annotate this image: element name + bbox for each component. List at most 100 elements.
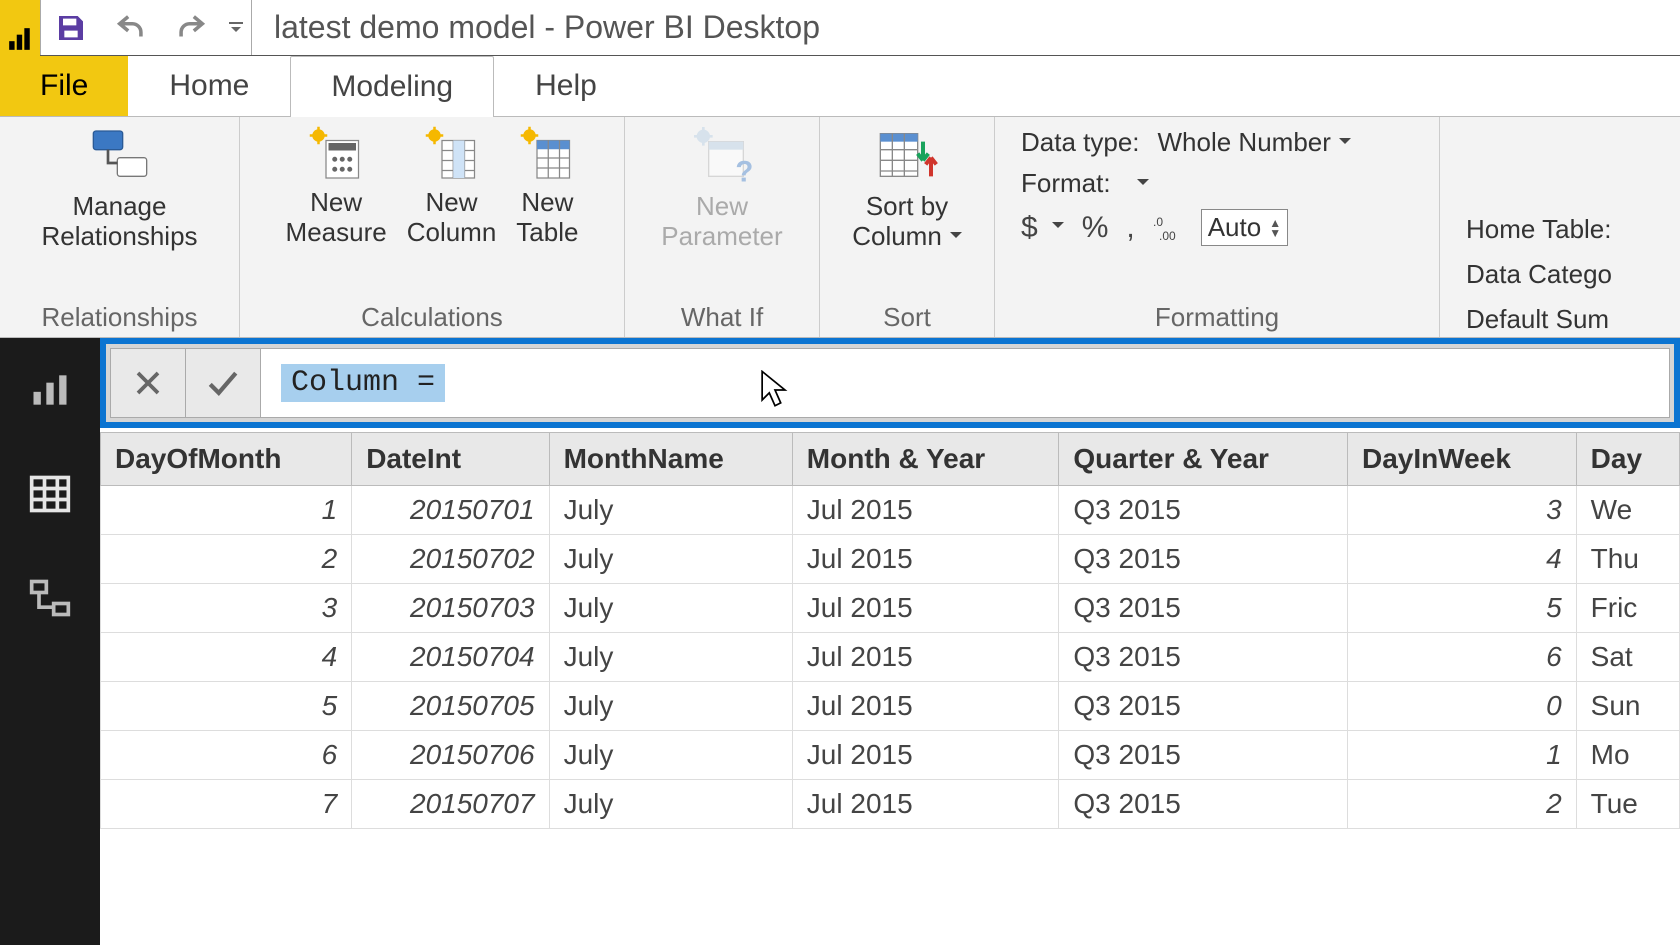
- cell[interactable]: July: [549, 682, 792, 731]
- cell[interactable]: Mo: [1576, 731, 1679, 780]
- cell[interactable]: 5: [1348, 584, 1577, 633]
- cell[interactable]: 2: [101, 535, 352, 584]
- cell[interactable]: Q3 2015: [1059, 633, 1348, 682]
- formula-input[interactable]: Column =: [261, 348, 1670, 418]
- column-header[interactable]: MonthName: [549, 433, 792, 486]
- cell[interactable]: Q3 2015: [1059, 780, 1348, 829]
- cell[interactable]: Jul 2015: [792, 780, 1059, 829]
- cell[interactable]: Jul 2015: [792, 633, 1059, 682]
- cell[interactable]: Jul 2015: [792, 584, 1059, 633]
- percent-format-button[interactable]: %: [1082, 211, 1109, 245]
- quick-access-toolbar: latest demo model - Power BI Desktop: [0, 0, 1680, 56]
- table-row[interactable]: 220150702JulyJul 2015Q3 20154Thu: [101, 535, 1680, 584]
- redo-button[interactable]: [161, 0, 221, 55]
- cell[interactable]: 20150707: [352, 780, 549, 829]
- cell[interactable]: 6: [101, 731, 352, 780]
- table-row[interactable]: 720150707JulyJul 2015Q3 20152Tue: [101, 780, 1680, 829]
- undo-button[interactable]: [101, 0, 161, 55]
- cell[interactable]: 3: [1348, 486, 1577, 535]
- new-parameter-label: New Parameter: [661, 191, 782, 251]
- cell[interactable]: Q3 2015: [1059, 486, 1348, 535]
- cell[interactable]: Q3 2015: [1059, 682, 1348, 731]
- cell[interactable]: 20150704: [352, 633, 549, 682]
- sort-by-column-button[interactable]: Sort by Column: [842, 117, 972, 298]
- cell[interactable]: 4: [1348, 535, 1577, 584]
- decimal-places-spinner[interactable]: Auto ▲▼: [1201, 209, 1288, 246]
- cell[interactable]: 3: [101, 584, 352, 633]
- cell[interactable]: 1: [1348, 731, 1577, 780]
- cell[interactable]: 5: [101, 682, 352, 731]
- column-header[interactable]: DayOfMonth: [101, 433, 352, 486]
- data-type-dropdown[interactable]: Data type: Whole Number: [1021, 127, 1413, 158]
- data-grid[interactable]: DayOfMonthDateIntMonthNameMonth & YearQu…: [100, 432, 1680, 945]
- cell[interactable]: 1: [101, 486, 352, 535]
- report-view-button[interactable]: [28, 368, 72, 412]
- tab-help[interactable]: Help: [494, 55, 638, 116]
- manage-relationships-button[interactable]: Manage Relationships: [31, 117, 207, 298]
- cell[interactable]: July: [549, 731, 792, 780]
- column-header[interactable]: Day: [1576, 433, 1679, 486]
- column-header[interactable]: DateInt: [352, 433, 549, 486]
- thousands-separator-button[interactable]: ,: [1126, 211, 1134, 245]
- cell[interactable]: Fric: [1576, 584, 1679, 633]
- cell[interactable]: July: [549, 486, 792, 535]
- cell[interactable]: July: [549, 584, 792, 633]
- format-dropdown[interactable]: Format:: [1021, 168, 1413, 199]
- window-title: latest demo model - Power BI Desktop: [274, 9, 820, 46]
- cell[interactable]: Jul 2015: [792, 682, 1059, 731]
- formula-cancel-button[interactable]: [111, 349, 186, 417]
- table-row[interactable]: 620150706JulyJul 2015Q3 20151Mo: [101, 731, 1680, 780]
- model-view-button[interactable]: [28, 576, 72, 620]
- cell[interactable]: Sun: [1576, 682, 1679, 731]
- tab-home[interactable]: Home: [128, 55, 290, 116]
- new-table-button[interactable]: New Table: [506, 117, 588, 298]
- cell[interactable]: July: [549, 780, 792, 829]
- ribbon-group-formatting: Data type: Whole Number Format: $ % , .0…: [995, 117, 1440, 337]
- cell[interactable]: Jul 2015: [792, 535, 1059, 584]
- data-category-dropdown[interactable]: Data Catego: [1466, 259, 1612, 290]
- cell[interactable]: Jul 2015: [792, 486, 1059, 535]
- tab-modeling[interactable]: Modeling: [290, 56, 494, 117]
- save-button[interactable]: [41, 0, 101, 55]
- cell[interactable]: Q3 2015: [1059, 535, 1348, 584]
- column-header[interactable]: Quarter & Year: [1059, 433, 1348, 486]
- home-table-dropdown[interactable]: Home Table:: [1466, 214, 1612, 245]
- format-value: [1129, 168, 1149, 199]
- formula-expression: Column =: [281, 364, 445, 402]
- default-summarization-dropdown[interactable]: Default Sum: [1466, 304, 1612, 335]
- cell[interactable]: 20150702: [352, 535, 549, 584]
- data-view-button[interactable]: [28, 472, 72, 516]
- cell[interactable]: We: [1576, 486, 1679, 535]
- cell[interactable]: Q3 2015: [1059, 584, 1348, 633]
- table-row[interactable]: 520150705JulyJul 2015Q3 20150Sun: [101, 682, 1680, 731]
- column-header[interactable]: Month & Year: [792, 433, 1059, 486]
- table-row[interactable]: 320150703JulyJul 2015Q3 20155Fric: [101, 584, 1680, 633]
- cell[interactable]: 6: [1348, 633, 1577, 682]
- cell[interactable]: Thu: [1576, 535, 1679, 584]
- cell[interactable]: 2: [1348, 780, 1577, 829]
- qat-customize-button[interactable]: [221, 0, 251, 55]
- formula-commit-button[interactable]: [186, 349, 260, 417]
- new-measure-button[interactable]: New Measure: [276, 117, 397, 298]
- table-row[interactable]: 420150704JulyJul 2015Q3 20156Sat: [101, 633, 1680, 682]
- table-row[interactable]: 120150701JulyJul 2015Q3 20153We: [101, 486, 1680, 535]
- cell[interactable]: 20150706: [352, 731, 549, 780]
- cell[interactable]: 4: [101, 633, 352, 682]
- new-table-label: New Table: [516, 187, 578, 247]
- currency-format-button[interactable]: $: [1021, 211, 1064, 245]
- undo-icon: [114, 11, 148, 45]
- cell[interactable]: Jul 2015: [792, 731, 1059, 780]
- cell[interactable]: 20150705: [352, 682, 549, 731]
- cell[interactable]: Q3 2015: [1059, 731, 1348, 780]
- cell[interactable]: July: [549, 535, 792, 584]
- cell[interactable]: Tue: [1576, 780, 1679, 829]
- cell[interactable]: 7: [101, 780, 352, 829]
- cell[interactable]: 0: [1348, 682, 1577, 731]
- cell[interactable]: 20150701: [352, 486, 549, 535]
- tab-file[interactable]: File: [0, 56, 128, 116]
- cell[interactable]: 20150703: [352, 584, 549, 633]
- column-header[interactable]: DayInWeek: [1348, 433, 1577, 486]
- cell[interactable]: July: [549, 633, 792, 682]
- cell[interactable]: Sat: [1576, 633, 1679, 682]
- new-column-button[interactable]: New Column: [397, 117, 507, 298]
